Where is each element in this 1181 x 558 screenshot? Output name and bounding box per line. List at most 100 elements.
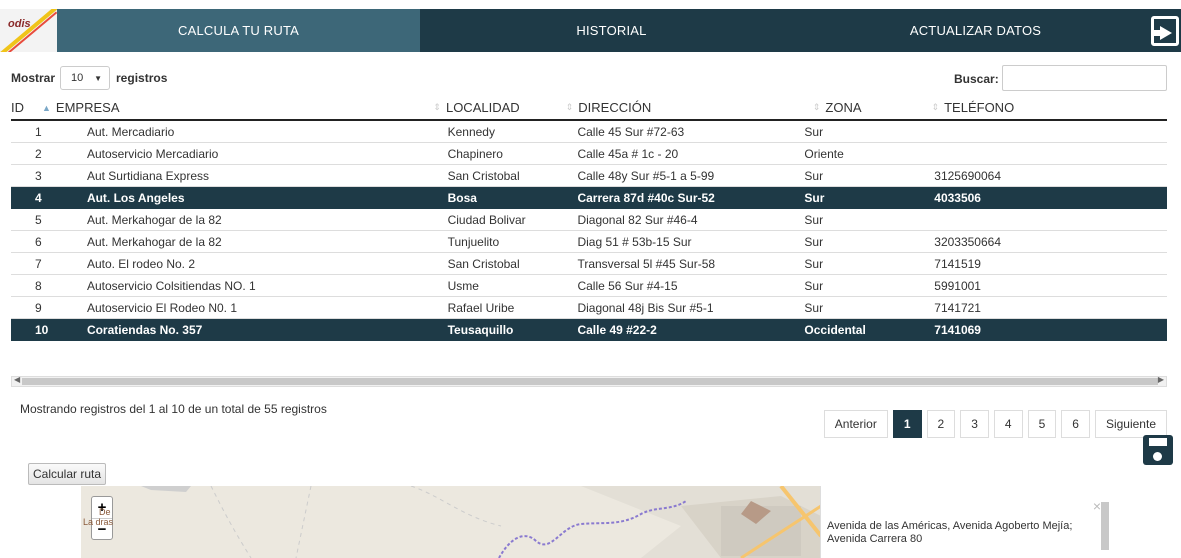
table-body: 1 Aut. Mercadiario Kennedy Calle 45 Sur #72… (11, 121, 1167, 341)
cell-empresa: Autoservicio Colsitiendas NO. 1 (86, 278, 256, 293)
cell-id: 2 (35, 146, 42, 161)
cell-id: 8 (35, 278, 42, 293)
cell-telefono: 3203350664 (934, 234, 1002, 249)
cell-telefono: 7141519 (934, 256, 981, 271)
cell-empresa: Autoservicio El Rodeo N0. 1 (86, 300, 238, 315)
cell-zona: Sur (804, 190, 825, 205)
cell-localidad: Ciudad Bolivar (447, 212, 526, 227)
cell-localidad: Rafael Uribe (447, 300, 515, 315)
cell-telefono: 5991001 (934, 278, 981, 293)
map-popup: × Avenida de las Américas, Avenida Agobe… (820, 486, 1112, 558)
table-header: ID ▲ EMPRESA ⇕ LOCALIDAD ⇕ DIRECCIÓN ⇕ ZONA … (11, 96, 1167, 121)
header-telefono[interactable]: ⇕ TELÉFONO (932, 100, 1167, 115)
horizontal-scrollbar[interactable]: ◀ ▶ (11, 375, 1167, 387)
chevron-down-icon: ▼ (94, 73, 103, 83)
cell-zona: Oriente (804, 146, 844, 161)
cell-id: 3 (35, 168, 42, 183)
cell-empresa: Coratiendas No. 357 (86, 322, 203, 337)
cell-zona: Occidental (804, 322, 866, 337)
cell-zona: Sur (804, 234, 824, 249)
cell-empresa: Aut. Merkahogar de la 82 (86, 234, 222, 249)
cell-direccion: Calle 49 #22-2 (577, 322, 657, 337)
table-row[interactable]: 5 Aut. Merkahogar de la 82 Ciudad Bolivar D… (11, 209, 1167, 231)
cell-direccion: Calle 56 Sur #4-15 (577, 278, 678, 293)
cell-localidad: San Cristobal (447, 256, 520, 271)
search-input[interactable] (1002, 65, 1167, 91)
page-button-4[interactable]: 4 (993, 410, 1023, 438)
map-view[interactable]: + − De La dras × Avenida de las Américas… (81, 486, 1112, 558)
cell-empresa: Aut. Merkahogar de la 82 (86, 212, 222, 227)
cell-localidad: Usme (447, 278, 479, 293)
scrollbar-thumb[interactable] (22, 378, 1158, 385)
cell-telefono: 7141721 (934, 300, 981, 315)
page-length-control: Mostrar 10 ▼ registros (11, 66, 167, 90)
cell-empresa: Aut. Mercadiario (86, 124, 175, 139)
logo-text: odis (8, 18, 31, 30)
sort-icon: ⇕ (812, 102, 821, 112)
cell-direccion: Diagonal 82 Sur #46-4 (577, 212, 698, 227)
popup-scrollbar[interactable] (1101, 502, 1109, 550)
scroll-right-icon[interactable]: ▶ (1158, 375, 1164, 384)
header-id[interactable]: ID ▲ (11, 100, 56, 115)
logout-button[interactable] (1148, 9, 1181, 52)
sort-icon: ⇕ (931, 102, 940, 112)
header-zona[interactable]: ⇕ ZONA (813, 100, 932, 115)
table-row[interactable]: 2 Autoservicio Mercadiario Chapinero Calle … (11, 143, 1167, 165)
page-button-3[interactable]: 3 (960, 410, 989, 438)
sort-asc-icon: ▲ (42, 102, 51, 113)
prev-page-button[interactable]: Anterior (823, 410, 888, 438)
page-button-5[interactable]: 5 (1027, 410, 1057, 438)
cell-zona: Sur (804, 212, 824, 227)
cell-zona: Sur (804, 278, 824, 293)
close-icon[interactable]: × (1093, 498, 1101, 514)
page-button-2[interactable]: 2 (926, 410, 956, 438)
cell-zona: Sur (804, 168, 824, 183)
cell-zona: Sur (804, 300, 824, 315)
tab-actualizar-datos[interactable]: ACTUALIZAR DATOS (803, 9, 1148, 52)
cell-direccion: Diag 51 # 53b-15 Sur (577, 234, 692, 249)
table-row[interactable]: 3 Aut Surtidiana Express San Cristobal Call… (11, 165, 1167, 187)
records-label: registros (116, 71, 168, 85)
header-direccion[interactable]: ⇕ DIRECCIÓN (566, 100, 813, 115)
next-page-button[interactable]: Siguiente (1094, 410, 1167, 438)
search-label: Buscar: (954, 72, 999, 86)
logout-icon (1150, 15, 1179, 46)
popup-text: Avenida de las Américas, Avenida Agobert… (827, 520, 1073, 545)
header-localidad[interactable]: ⇕ LOCALIDAD (433, 100, 565, 115)
cell-direccion: Carrera 87d #40c Sur-52 (577, 190, 715, 205)
page-length-select[interactable]: 10 ▼ (60, 66, 111, 90)
sort-icon: ⇕ (433, 102, 441, 112)
table-row[interactable]: 9 Autoservicio El Rodeo N0. 1 Rafael Uribe… (11, 297, 1167, 319)
scroll-left-icon[interactable]: ◀ (14, 375, 20, 384)
tab-historial[interactable]: HISTORIAL (420, 9, 803, 52)
cell-zona: Sur (804, 124, 824, 139)
page-button-1[interactable]: 1 (892, 410, 922, 438)
pagination: Anterior 123456 Siguiente (819, 410, 1167, 438)
data-table: ID ▲ EMPRESA ⇕ LOCALIDAD ⇕ DIRECCIÓN ⇕ ZONA … (11, 96, 1167, 341)
cell-localidad: Bosa (447, 190, 477, 205)
calcular-ruta-button[interactable]: Calcular ruta (28, 463, 107, 485)
cell-empresa: Aut. Los Angeles (86, 190, 185, 205)
page-length-value: 10 (71, 72, 84, 84)
page-button-6[interactable]: 6 (1061, 410, 1090, 438)
table-row[interactable]: 7 Auto. El rodeo No. 2 San Cristobal Transv… (11, 253, 1167, 275)
cell-direccion: Calle 45a # 1c - 20 (577, 146, 679, 161)
table-row[interactable]: 8 Autoservicio Colsitiendas NO. 1 Usme Call… (11, 275, 1167, 297)
cell-id: 1 (35, 124, 42, 139)
cell-id: 5 (35, 212, 42, 227)
table-row[interactable]: 1 Aut. Mercadiario Kennedy Calle 45 Sur #72… (11, 121, 1167, 143)
header-empresa[interactable]: EMPRESA (56, 100, 434, 115)
cell-id: 9 (35, 300, 42, 315)
cell-direccion: Calle 45 Sur #72-63 (577, 124, 685, 139)
map-place-label: De La dras (83, 507, 114, 527)
cell-id: 6 (35, 234, 42, 249)
table-row[interactable]: 6 Aut. Merkahogar de la 82 Tunjuelito Diag … (11, 231, 1167, 253)
table-row[interactable]: 4 Aut. Los Angeles Bosa Carrera 87d #40c Su… (11, 187, 1167, 209)
table-row[interactable]: 10 Coratiendas No. 357 Teusaquillo Calle 49… (11, 319, 1167, 341)
cell-id: 10 (35, 322, 49, 337)
save-icon[interactable] (1143, 435, 1173, 465)
cell-empresa: Aut Surtidiana Express (86, 168, 209, 183)
app-logo[interactable]: odis (0, 9, 57, 52)
cell-zona: Sur (804, 256, 824, 271)
tab-calcula-ruta[interactable]: CALCULA TU RUTA (57, 9, 420, 52)
